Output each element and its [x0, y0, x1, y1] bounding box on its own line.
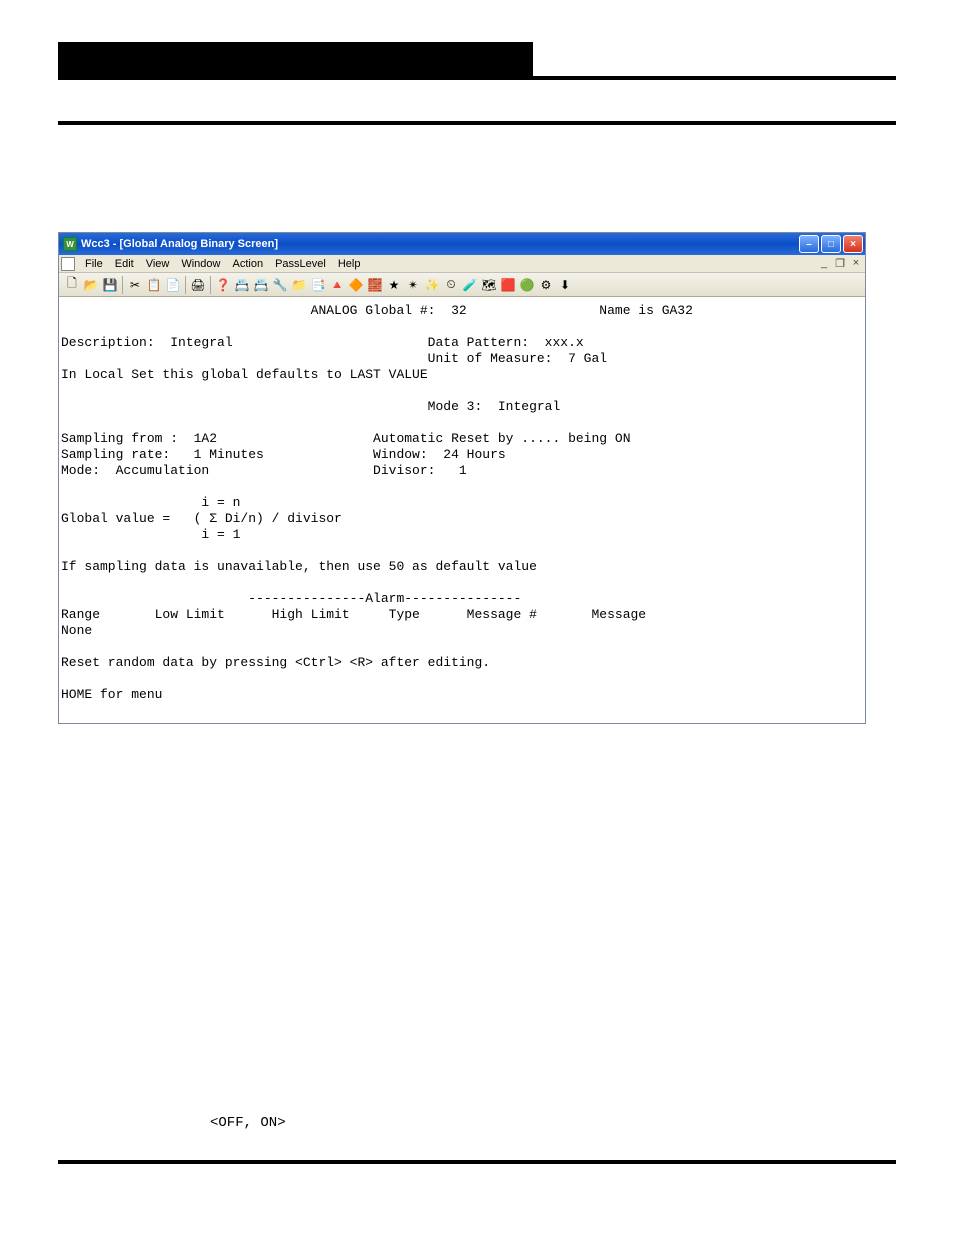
- toolbar-button[interactable]: ⬇: [556, 276, 574, 294]
- toolbar-button[interactable]: 🔶: [347, 276, 365, 294]
- toolbar-separator: [185, 276, 186, 294]
- toolbar-button[interactable]: 🟢: [518, 276, 536, 294]
- menubar: File Edit View Window Action PassLevel H…: [59, 255, 865, 273]
- toolbar-button[interactable]: 📑: [309, 276, 327, 294]
- menu-passlevel[interactable]: PassLevel: [269, 258, 332, 270]
- toolbar-button[interactable]: 🔧: [271, 276, 289, 294]
- toolbar: 🗋📂💾✂📋📄🖨❓📇📇🔧📁📑🔺🔶🧱★✴✨⏲🧪🗺🟥🟢⚙⬇: [59, 273, 865, 297]
- header-black-block: [58, 42, 533, 76]
- menu-window[interactable]: Window: [175, 258, 226, 270]
- toolbar-button[interactable]: 📂: [82, 276, 100, 294]
- toolbar-button[interactable]: ✴: [404, 276, 422, 294]
- toolbar-button[interactable]: ✨: [423, 276, 441, 294]
- window-title: Wcc3 - [Global Analog Binary Screen]: [81, 238, 278, 250]
- menu-help[interactable]: Help: [332, 258, 367, 270]
- maximize-button[interactable]: □: [821, 235, 841, 253]
- toolbar-button[interactable]: ★: [385, 276, 403, 294]
- menu-view[interactable]: View: [140, 258, 176, 270]
- content-area: ANALOG Global #: 32 Name is GA32 Descrip…: [59, 297, 865, 723]
- minimize-button[interactable]: –: [799, 235, 819, 253]
- toolbar-button[interactable]: 🧱: [366, 276, 384, 294]
- divider-top-1: [58, 76, 896, 80]
- toolbar-separator: [210, 276, 211, 294]
- toolbar-button[interactable]: ⚙: [537, 276, 555, 294]
- menu-edit[interactable]: Edit: [109, 258, 140, 270]
- toolbar-button[interactable]: 🟥: [499, 276, 517, 294]
- off-on-note: <OFF, ON>: [210, 1115, 286, 1131]
- toolbar-button[interactable]: 🖨: [189, 276, 207, 294]
- toolbar-button[interactable]: 📇: [252, 276, 270, 294]
- document-icon: [61, 257, 75, 271]
- toolbar-button[interactable]: 📄: [164, 276, 182, 294]
- mdi-minimize-button[interactable]: _: [817, 257, 831, 270]
- toolbar-button[interactable]: ✂: [126, 276, 144, 294]
- mdi-close-button[interactable]: ×: [849, 257, 863, 270]
- toolbar-button[interactable]: 📇: [233, 276, 251, 294]
- toolbar-button[interactable]: ❓: [214, 276, 232, 294]
- close-button[interactable]: ×: [843, 235, 863, 253]
- titlebar: W Wcc3 - [Global Analog Binary Screen] –…: [59, 233, 865, 255]
- toolbar-button[interactable]: 🗺: [480, 276, 498, 294]
- menu-file[interactable]: File: [79, 258, 109, 270]
- divider-bottom: [58, 1160, 896, 1164]
- toolbar-button[interactable]: 📁: [290, 276, 308, 294]
- divider-top-2: [58, 121, 896, 125]
- toolbar-button[interactable]: 🗋: [63, 276, 81, 294]
- app-icon: W: [63, 237, 77, 251]
- toolbar-button[interactable]: ⏲: [442, 276, 460, 294]
- toolbar-button[interactable]: 📋: [145, 276, 163, 294]
- toolbar-button[interactable]: 🧪: [461, 276, 479, 294]
- toolbar-button[interactable]: 🔺: [328, 276, 346, 294]
- app-window: W Wcc3 - [Global Analog Binary Screen] –…: [58, 232, 866, 724]
- toolbar-button[interactable]: 💾: [101, 276, 119, 294]
- mdi-restore-button[interactable]: ❐: [833, 257, 847, 270]
- toolbar-separator: [122, 276, 123, 294]
- mdi-controls: _ ❐ ×: [817, 257, 865, 270]
- menu-action[interactable]: Action: [226, 258, 269, 270]
